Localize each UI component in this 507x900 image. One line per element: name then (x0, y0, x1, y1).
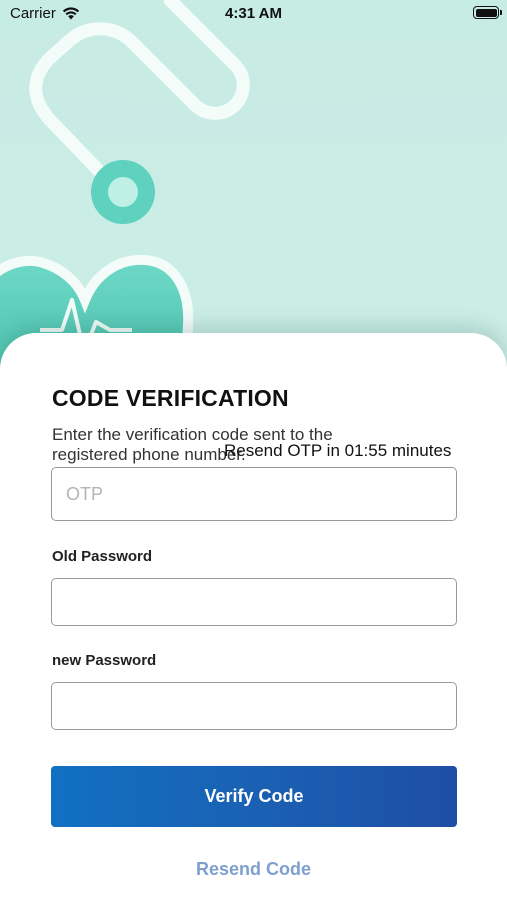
old-password-input[interactable] (51, 578, 457, 626)
new-password-input[interactable] (51, 682, 457, 730)
battery-icon (473, 6, 502, 19)
verify-code-button[interactable]: Verify Code (51, 766, 457, 827)
old-password-label: Old Password (52, 548, 153, 565)
status-bar: Carrier 4:31 AM (0, 0, 507, 28)
status-time: 4:31 AM (225, 5, 282, 22)
verification-card: CODE VERIFICATION Enter the verification… (0, 333, 507, 900)
resend-timer-text: Resend OTP in 01:55 minutes (224, 441, 452, 460)
resend-code-link[interactable]: Resend Code (0, 859, 507, 880)
battery-fill (475, 8, 497, 17)
new-password-label: new Password (52, 652, 157, 669)
otp-input[interactable] (51, 467, 457, 521)
screen: Carrier 4:31 AM CODE VERIFICATION Enter … (0, 0, 507, 900)
page-title: CODE VERIFICATION (52, 385, 289, 411)
stethoscope-illustration (0, 0, 250, 380)
